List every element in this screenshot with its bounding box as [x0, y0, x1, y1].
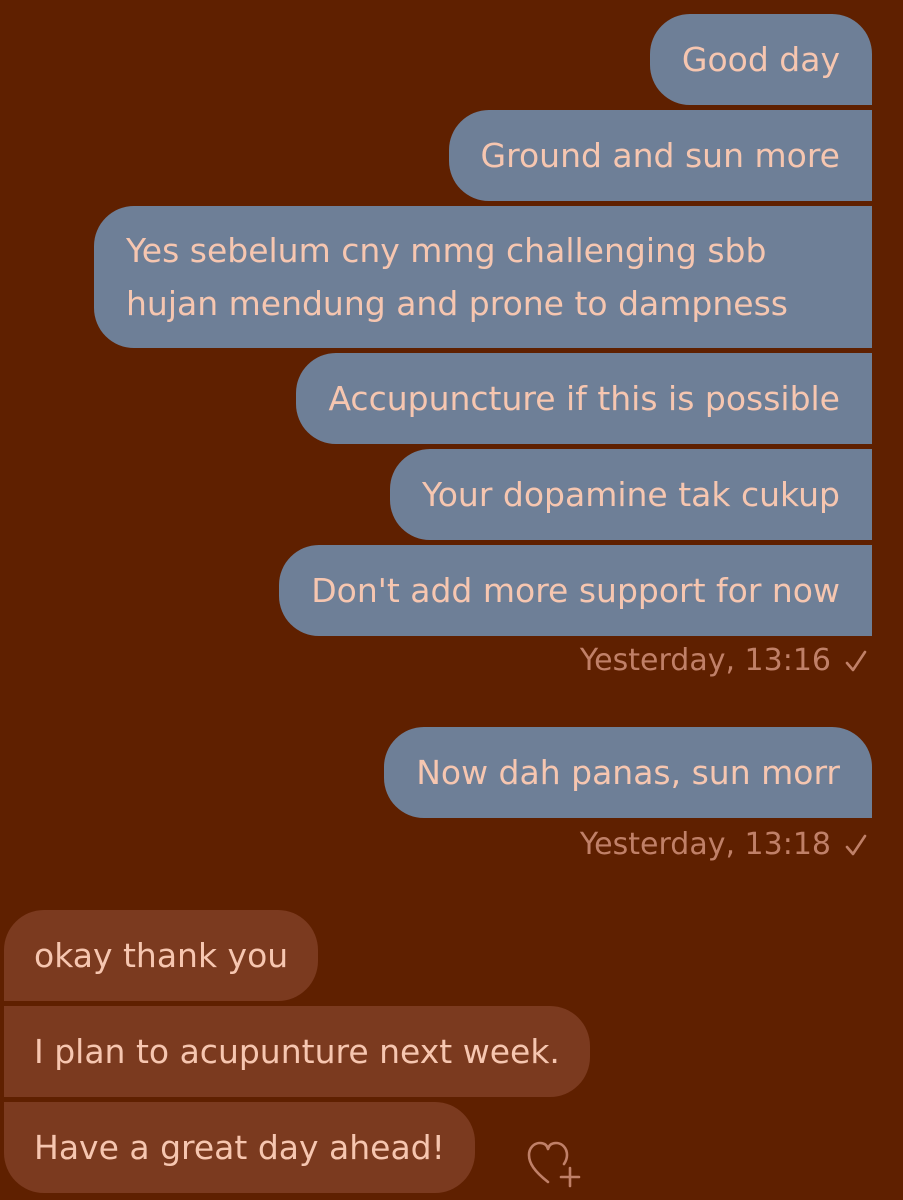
message-bubble-outgoing[interactable]: Ground and sun more: [448, 110, 872, 201]
message-bubble-incoming[interactable]: I plan to acupunture next week.: [4, 1006, 590, 1097]
message-meta: Yesterday, 13:16: [580, 641, 867, 681]
timestamp: Yesterday, 13:18: [579, 827, 831, 862]
message-bubble-outgoing[interactable]: Yes sebelum cny mmg challenging sbb huja…: [94, 206, 872, 348]
message-text: Ground and sun more: [480, 136, 840, 175]
message-bubble-outgoing[interactable]: Good day: [649, 14, 872, 105]
heart-plus-icon[interactable]: [526, 1138, 586, 1188]
timestamp: Yesterday, 13:16: [579, 643, 831, 678]
message-text: okay thank you: [34, 936, 289, 975]
check-icon: [845, 834, 867, 856]
message-text: Yes sebelum cny mmg challenging sbb huja…: [126, 231, 788, 323]
message-bubble-outgoing[interactable]: Your dopamine tak cukup: [389, 449, 872, 540]
message-text: Have a great day ahead!: [34, 1128, 445, 1167]
message-text: Accupuncture if this is possible: [328, 379, 840, 418]
message-text: Don't add more support for now: [311, 571, 840, 610]
message-text: Your dopamine tak cukup: [421, 475, 840, 514]
check-icon: [845, 650, 867, 672]
message-text: Now dah panas, sun morr: [416, 753, 840, 792]
message-bubble-incoming[interactable]: okay thank you: [4, 910, 319, 1001]
message-bubble-outgoing[interactable]: Don't add more support for now: [279, 545, 872, 636]
message-text: Good day: [681, 40, 840, 79]
message-meta: Yesterday, 13:18: [580, 825, 867, 865]
message-bubble-outgoing[interactable]: Now dah panas, sun morr: [384, 727, 872, 818]
message-text: I plan to acupunture next week.: [34, 1032, 560, 1071]
message-bubble-incoming[interactable]: Have a great day ahead!: [4, 1102, 475, 1193]
message-bubble-outgoing[interactable]: Accupuncture if this is possible: [296, 353, 872, 444]
